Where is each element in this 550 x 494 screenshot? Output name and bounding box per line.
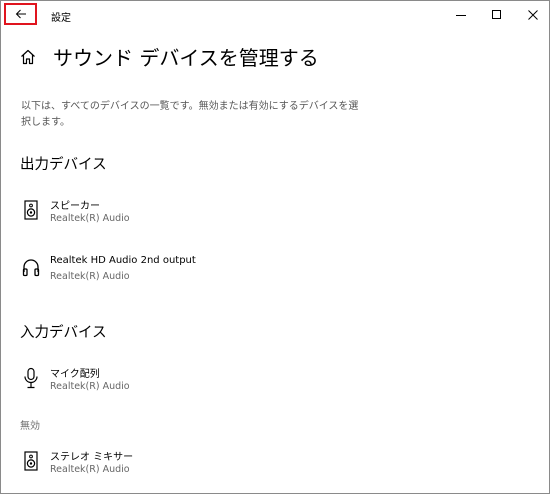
minimize-button[interactable]	[441, 1, 481, 29]
maximize-icon	[492, 10, 501, 19]
close-button[interactable]	[513, 1, 549, 29]
device-name: マイク配列	[50, 369, 100, 380]
device-name: ステレオ ミキサー	[50, 452, 134, 463]
maximize-button[interactable]	[477, 1, 517, 29]
page-title: サウンド デバイスを管理する	[53, 46, 319, 70]
device-name: スピーカー	[50, 201, 100, 212]
description-text: 以下は、すべてのデバイスの一覧です。無効または有効にするデバイスを選択します。	[21, 101, 359, 128]
speaker-icon	[24, 200, 38, 220]
speaker-icon	[24, 451, 38, 471]
back-button[interactable]	[4, 3, 37, 25]
settings-window: 設定 サウンド デバイスを管理する 以下は、すべてのデバイスの一覧です。無効また…	[0, 0, 550, 494]
device-item-mic-array[interactable]: マイク配列 Realtek(R) Audio	[21, 365, 321, 397]
device-driver: Realtek(R) Audio	[50, 381, 130, 392]
device-driver: Realtek(R) Audio	[50, 464, 130, 475]
minimize-icon	[456, 15, 466, 16]
device-name: Realtek HD Audio 2nd output	[50, 255, 196, 266]
device-item-realtek-hd-2nd[interactable]: Realtek HD Audio 2nd output Realtek(R) A…	[21, 255, 321, 287]
device-item-stereo-mixer[interactable]: ステレオ ミキサー Realtek(R) Audio	[21, 448, 321, 480]
device-driver: Realtek(R) Audio	[50, 271, 130, 282]
app-title: 設定	[51, 13, 71, 24]
device-driver: Realtek(R) Audio	[50, 213, 130, 224]
input-devices-heading: 入力デバイス	[20, 325, 107, 341]
device-item-speaker[interactable]: スピーカー Realtek(R) Audio	[21, 197, 321, 229]
disabled-group-label: 無効	[20, 421, 40, 432]
title-bar: 設定	[1, 1, 549, 31]
home-icon[interactable]	[19, 48, 37, 66]
close-icon	[528, 10, 538, 20]
output-devices-heading: 出力デバイス	[20, 157, 107, 173]
arrow-left-icon	[15, 9, 26, 19]
microphone-icon	[24, 367, 38, 389]
headphones-icon	[22, 259, 40, 277]
